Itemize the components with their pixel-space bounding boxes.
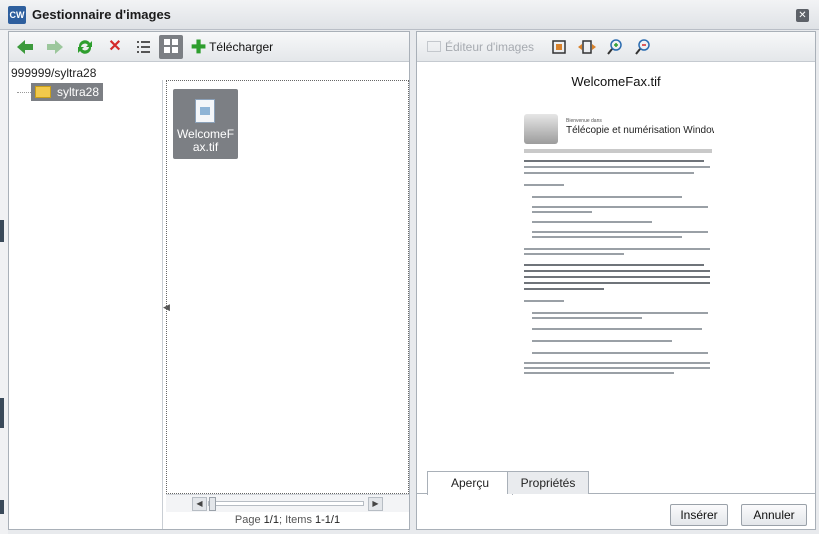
document-page: Bienvenue dans Télécopie et numérisation… (522, 100, 714, 440)
pane-tabs: Aperçu Propriétés (417, 466, 815, 495)
zoom-in-icon[interactable] (605, 37, 625, 57)
list-view-icon[interactable] (133, 37, 153, 57)
pagination-status: Page 1/1; Items 1-1/1 (166, 514, 409, 526)
tab-proprietes[interactable]: Propriétés (507, 471, 589, 494)
tree-connector (17, 92, 31, 93)
file-thumbnail[interactable]: WelcomeFax.tif (173, 89, 238, 159)
doc-heading: Télécopie et numérisation Windows (566, 125, 714, 136)
image-editor-label: Éditeur d'images (445, 40, 535, 54)
preview-pane: Éditeur d'images WelcomeFax.tif Bienvenu… (416, 31, 816, 530)
pager-page-value: 1/1 (263, 514, 279, 526)
back-arrow-icon[interactable] (15, 37, 35, 57)
insert-button[interactable]: Insérer (670, 504, 728, 526)
forward-arrow-icon[interactable] (45, 37, 65, 57)
background-window-edge (0, 30, 8, 534)
close-window-button[interactable]: ✕ (796, 9, 809, 22)
browser-pane: ✕ ✚ Télécharger 999999/syltra28 syltra28 … (8, 31, 410, 530)
scroll-left-button[interactable]: ◀ (192, 497, 207, 511)
pager-items-value: 1-1/1 (315, 514, 341, 526)
image-file-icon (195, 99, 215, 123)
image-editor-icon (427, 41, 441, 52)
zoom-out-icon[interactable] (633, 37, 653, 57)
doc-heading-small: Bienvenue dans (566, 118, 602, 124)
scroll-right-button[interactable]: ▶ (368, 497, 383, 511)
tree-item-syltra28[interactable]: syltra28 (31, 83, 103, 101)
tab-apercu[interactable]: Aperçu (427, 471, 513, 495)
pager-page-word: Page (234, 514, 261, 526)
preview-filename: WelcomeFax.tif (571, 74, 661, 89)
fit-width-icon[interactable] (577, 37, 597, 57)
upload-button[interactable]: ✚ Télécharger (191, 37, 273, 57)
cancel-button[interactable]: Annuler (741, 504, 807, 526)
scroll-track[interactable] (208, 501, 364, 506)
file-list: WelcomeFax.tif (166, 80, 409, 494)
doc-divider (524, 149, 712, 153)
browser-toolbar: ✕ ✚ Télécharger (9, 32, 409, 62)
fax-machine-illustration (524, 114, 558, 144)
refresh-icon[interactable] (75, 37, 95, 57)
upload-label: Télécharger (209, 40, 274, 54)
scroll-thumb[interactable] (209, 497, 216, 511)
delete-icon[interactable]: ✕ (105, 37, 125, 57)
fit-to-page-icon[interactable] (549, 37, 569, 57)
image-preview: WelcomeFax.tif Bienvenue dans Télécopie … (417, 62, 815, 466)
preview-toolbar: Éditeur d'images (417, 32, 815, 62)
app-logo-icon: CW (8, 6, 26, 24)
image-editor-button[interactable]: Éditeur d'images (427, 37, 534, 57)
plus-icon: ✚ (191, 37, 207, 57)
tree-item-label: syltra28 (57, 85, 100, 99)
grid-view-icon[interactable] (159, 35, 183, 59)
pager-items-word: ; Items (278, 514, 312, 526)
file-name: WelcomeFax.tif (176, 127, 235, 154)
folder-path: 999999/syltra28 (11, 66, 97, 80)
folder-icon (35, 86, 51, 98)
title-bar: CW Gestionnaire d'images ✕ (0, 0, 819, 30)
window-title: Gestionnaire d'images (32, 7, 171, 22)
horizontal-scrollbar[interactable]: ◀ ▶ (166, 494, 409, 512)
folder-tree: syltra28 (9, 80, 163, 529)
